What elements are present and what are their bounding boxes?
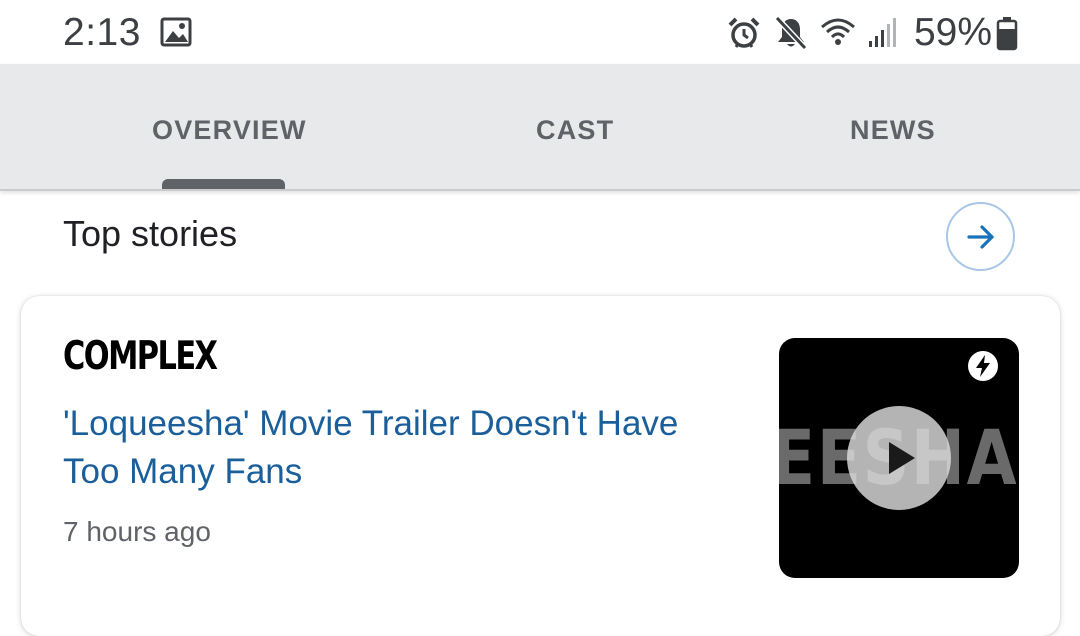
tab-news[interactable]: NEWS [850,110,936,150]
status-time: 2:13 [63,11,141,54]
mute-icon [774,15,808,51]
amp-bolt-icon [968,351,998,381]
battery-percent: 59% [913,11,992,54]
selected-tab-indicator [162,179,285,189]
story-timestamp: 7 hours ago [63,516,211,547]
play-button[interactable] [847,406,951,510]
status-bar: 2:13 59% [0,0,1080,64]
play-icon [889,442,915,474]
arrow-right-icon [966,224,994,249]
section-title: Top stories [63,213,238,254]
top-stories-more-button[interactable] [946,202,1015,271]
tab-overview[interactable]: OVERVIEW [152,110,307,150]
tab-bar: OVERVIEW CAST NEWS [0,64,1080,191]
signal-icon [868,18,896,47]
tab-cast[interactable]: CAST [536,110,614,150]
alarm-icon [728,17,760,48]
publisher-logo: COMPLEX [63,334,218,379]
story-thumbnail[interactable]: EESHA [779,338,1019,578]
gallery-icon [160,17,192,47]
story-card[interactable]: COMPLEX 'Loqueesha' Movie Trailer Doesn'… [21,296,1060,636]
wifi-icon [820,18,855,45]
battery-icon [996,17,1018,51]
story-headline[interactable]: 'Loqueesha' Movie Trailer Doesn't Have T… [63,400,743,496]
status-icons: 59% [714,13,1018,53]
